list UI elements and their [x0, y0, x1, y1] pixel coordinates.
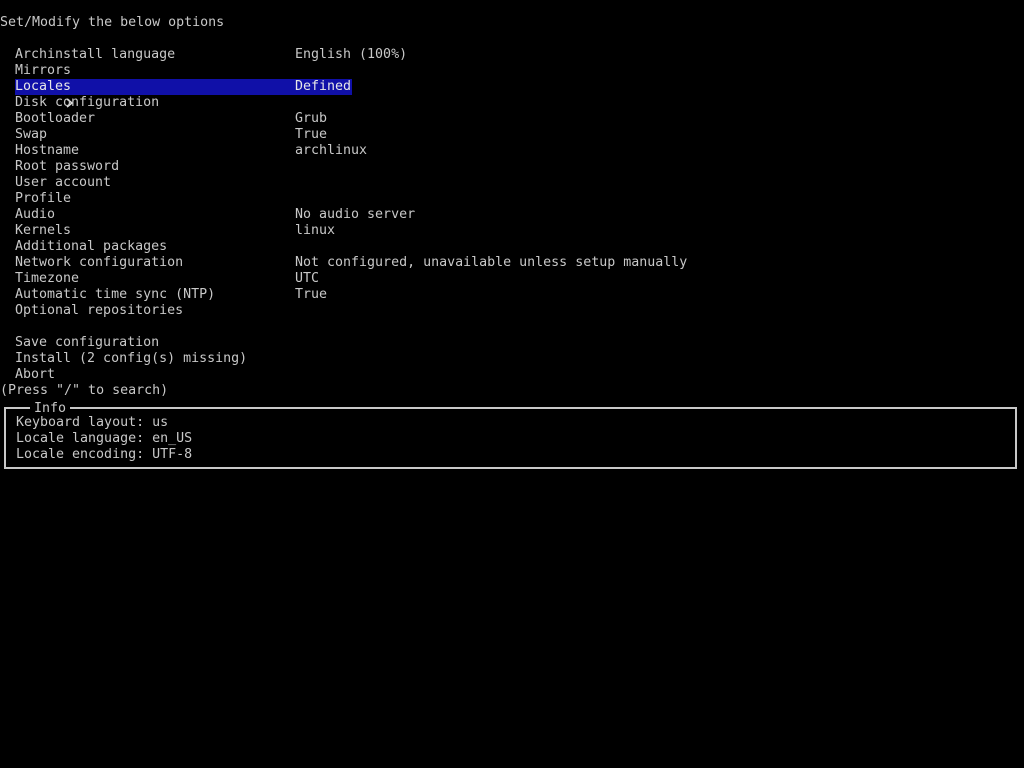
menu-item-label: Disk configuration: [15, 95, 160, 110]
menu-item-label: Additional packages: [15, 239, 168, 254]
menu-item-value: Grub: [295, 111, 328, 126]
menu-item-timezone[interactable]: Timezone UTC: [0, 271, 1024, 287]
menu-item-label: Root password: [15, 159, 120, 174]
menu-item-hostname[interactable]: Hostname archlinux: [0, 143, 1024, 159]
options-menu: Archinstall language English (100%) Mirr…: [0, 47, 1024, 383]
menu-item-network-configuration[interactable]: Network configuration Not configured, un…: [0, 255, 1024, 271]
menu-item-profile[interactable]: Profile: [0, 191, 1024, 207]
menu-item-label: Network configuration: [15, 255, 184, 270]
menu-item-label: Profile: [15, 191, 72, 206]
menu-spacer: [0, 319, 1024, 335]
menu-item-value: True: [295, 127, 328, 142]
menu-item-user-account[interactable]: User account: [0, 175, 1024, 191]
info-keyboard-layout: Keyboard layout: us: [16, 415, 169, 430]
menu-item-additional-packages[interactable]: Additional packages: [0, 239, 1024, 255]
search-hint: (Press "/" to search): [0, 383, 169, 398]
menu-item-label: Audio: [15, 207, 56, 222]
info-panel: Info Keyboard layout: us Locale language…: [4, 401, 1017, 469]
menu-item-locales[interactable]: Locales Defined: [0, 79, 1024, 108]
menu-action-label: Save configuration: [15, 335, 160, 350]
menu-action-label: Abort: [15, 367, 56, 382]
menu-item-root-password[interactable]: Root password: [0, 159, 1024, 175]
menu-action-label: Install (2 config(s) missing): [15, 351, 248, 366]
menu-item-mirrors[interactable]: Mirrors: [0, 63, 1024, 79]
menu-item-value: True: [295, 287, 328, 302]
menu-item-audio[interactable]: Audio No audio server: [0, 207, 1024, 223]
menu-item-label: Mirrors: [15, 63, 72, 78]
info-panel-body: Keyboard layout: us Locale language: en_…: [16, 415, 192, 463]
menu-action-abort[interactable]: Abort: [0, 367, 1024, 383]
menu-item-label: Hostname: [15, 143, 80, 158]
menu-item-optional-repositories[interactable]: Optional repositories: [0, 303, 1024, 319]
menu-item-disk-configuration[interactable]: Disk configuration: [0, 95, 1024, 111]
menu-item-bootloader[interactable]: Bootloader Grub: [0, 111, 1024, 127]
menu-item-label: Automatic time sync (NTP): [15, 287, 216, 302]
menu-item-value: archlinux: [295, 143, 368, 158]
menu-item-value: No audio server: [295, 207, 416, 222]
menu-action-save-configuration[interactable]: Save configuration: [0, 335, 1024, 351]
menu-action-install[interactable]: Install (2 config(s) missing): [0, 351, 1024, 367]
menu-item-kernels[interactable]: Kernels linux: [0, 223, 1024, 239]
menu-item-archinstall-language[interactable]: Archinstall language English (100%): [0, 47, 1024, 63]
info-locale-encoding: Locale encoding: UTF-8: [16, 447, 193, 462]
menu-item-label: Locales: [15, 79, 72, 94]
menu-item-value: Defined: [295, 79, 352, 94]
menu-item-label: Bootloader: [15, 111, 96, 126]
menu-item-value: UTC: [295, 271, 320, 286]
menu-item-swap[interactable]: Swap True: [0, 127, 1024, 143]
menu-header: Set/Modify the below options: [0, 15, 225, 30]
menu-item-value: Not configured, unavailable unless setup…: [295, 255, 688, 270]
terminal-screen: Set/Modify the below options Archinstall…: [0, 0, 1024, 768]
menu-item-value: English (100%): [295, 47, 408, 62]
menu-item-label: Swap: [15, 127, 48, 142]
menu-item-label: Optional repositories: [15, 303, 184, 318]
menu-item-label: User account: [15, 175, 112, 190]
cursor-chevron-icon: [1, 79, 74, 108]
menu-item-label: Kernels: [15, 223, 72, 238]
menu-item-value: linux: [295, 223, 336, 238]
info-locale-language: Locale language: en_US: [16, 431, 193, 446]
menu-item-automatic-time-sync[interactable]: Automatic time sync (NTP) True: [0, 287, 1024, 303]
menu-item-label: Archinstall language: [15, 47, 176, 62]
menu-item-label: Timezone: [15, 271, 80, 286]
